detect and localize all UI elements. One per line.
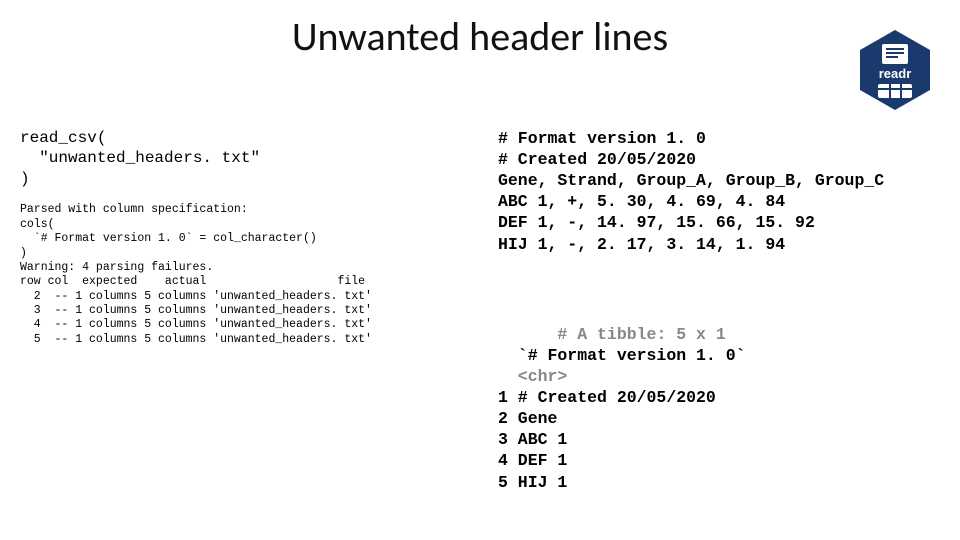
tibble-output-block: # A tibble: 5 x 1 `# Format version 1. 0…: [498, 303, 938, 514]
tibble-rows: 1 # Created 20/05/2020 2 Gene 3 ABC 1 4 …: [498, 388, 716, 491]
tibble-type: <chr>: [498, 367, 567, 386]
code-call-block: read_csv( "unwanted_headers. txt" ): [20, 128, 480, 189]
slide-title: Unwanted header lines: [0, 12, 960, 61]
tibble-colname: `# Format version 1. 0`: [498, 346, 746, 365]
tibble-header: # A tibble: 5 x 1: [557, 325, 725, 344]
right-column: # Format version 1. 0 # Created 20/05/20…: [498, 128, 938, 514]
parse-output-block: Parsed with column specification: cols( …: [20, 203, 480, 347]
readr-logo-icon: readr: [860, 30, 930, 110]
left-column: read_csv( "unwanted_headers. txt" ) Pars…: [20, 128, 480, 347]
file-contents-block: # Format version 1. 0 # Created 20/05/20…: [498, 128, 938, 255]
svg-text:readr: readr: [879, 66, 912, 81]
